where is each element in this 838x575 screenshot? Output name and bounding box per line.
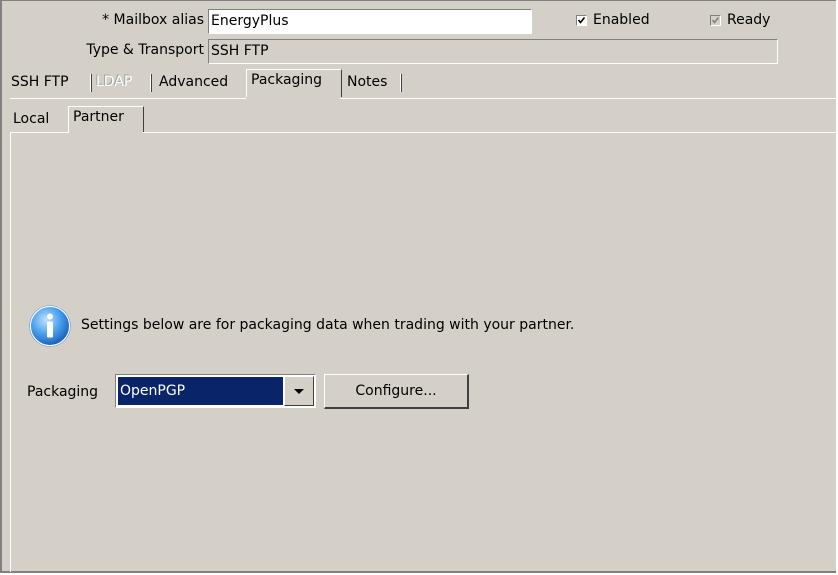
packaging-dropdown-button[interactable] — [284, 376, 314, 406]
tab-ldap: LDAP — [92, 72, 152, 96]
tab-partner[interactable]: Partner — [68, 106, 144, 133]
tab-ssh-ftp[interactable]: SSH FTP — [10, 72, 92, 96]
packaging-label: Packaging — [27, 384, 99, 400]
tab-local[interactable]: Local — [10, 109, 68, 133]
packaging-selected-value: OpenPGP — [118, 377, 283, 405]
enabled-label: Enabled — [593, 12, 650, 28]
chevron-down-icon — [294, 383, 304, 399]
ready-checkbox: Ready — [710, 12, 770, 28]
type-transport-label: Type & Transport — [86, 42, 204, 58]
main-tab-bar: SSH FTP LDAP Advanced Packaging Notes — [10, 69, 430, 98]
packaging-select[interactable]: OpenPGP — [115, 374, 316, 408]
info-icon — [28, 304, 72, 348]
enabled-checkbox[interactable]: Enabled — [576, 12, 650, 28]
type-transport-field: SSH FTP — [208, 39, 778, 64]
ready-label: Ready — [727, 12, 771, 28]
ready-check-box — [710, 14, 721, 26]
main-tab-pane-edge — [10, 98, 836, 99]
partner-tab-pane — [10, 132, 836, 572]
mailbox-alias-input[interactable]: EnergyPlus — [208, 9, 532, 34]
enabled-check-box[interactable] — [576, 14, 587, 26]
sub-tab-bar: Local Partner — [10, 106, 210, 133]
tab-advanced[interactable]: Advanced — [152, 72, 246, 96]
tab-notes[interactable]: Notes — [342, 72, 402, 96]
configure-button[interactable]: Configure... — [324, 374, 469, 409]
mailbox-alias-label: * Mailbox alias — [102, 12, 204, 28]
mailbox-panel: * Mailbox alias EnergyPlus Enabled Ready… — [0, 0, 836, 573]
tab-packaging[interactable]: Packaging — [246, 69, 342, 97]
info-text: Settings below are for packaging data wh… — [81, 317, 575, 333]
